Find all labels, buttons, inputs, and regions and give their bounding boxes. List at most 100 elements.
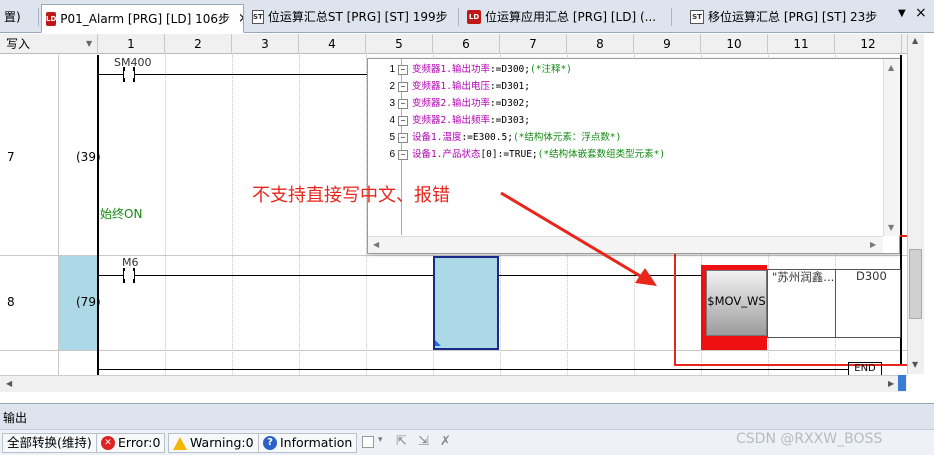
step-number: (39) <box>76 150 101 164</box>
scroll-down-icon[interactable]: ▼ <box>912 360 918 369</box>
information-filter-button[interactable]: ? Information <box>258 433 358 453</box>
left-power-rail <box>97 55 99 375</box>
fold-toggle-icon[interactable]: − <box>398 64 408 75</box>
warning-filter-button[interactable]: Warning:0 <box>168 433 259 453</box>
code-token: [0]:=TRUE; <box>480 149 538 160</box>
column-header-4: 4 <box>299 34 366 54</box>
column-header-9: 9 <box>634 34 701 54</box>
line-number: 4 <box>389 115 395 126</box>
end-rung-wire <box>99 369 849 370</box>
scroll-up-icon[interactable]: ▲ <box>888 63 894 72</box>
code-line[interactable]: 1− 变频器1.输出功率:=D300;(*注释*) <box>368 61 572 78</box>
code-token: :=D300; <box>489 64 530 75</box>
fold-toggle-icon[interactable]: − <box>398 132 408 143</box>
step-number: (79) <box>76 295 101 309</box>
rung-wire <box>99 74 367 75</box>
code-line[interactable]: 2− 变频器1.输出电压:=D301; <box>368 78 530 95</box>
tab-partial[interactable]: 置) <box>0 4 38 29</box>
code-line[interactable]: 4− 变频器2.输出频率:=D303; <box>368 112 530 129</box>
tab-label: 置) <box>4 10 21 24</box>
grid-line <box>299 55 300 375</box>
ladder-program-icon: LD <box>467 9 481 24</box>
row-number: 7 <box>7 150 15 164</box>
error-count: Error:0 <box>118 435 161 450</box>
code-token: (*结构体嵌套数组类型元素*) <box>537 149 666 160</box>
vertical-scrollbar[interactable]: ▲ ▼ <box>883 59 900 236</box>
column-header-2: 2 <box>165 34 232 54</box>
close-window-icon[interactable]: × <box>915 5 927 21</box>
scroll-thumb[interactable] <box>909 249 922 319</box>
tab-label: 位运算应用汇总 [PRG] [LD] (... <box>485 10 657 24</box>
watermark: CSDN @RXXW_BOSS <box>736 431 883 447</box>
fold-toggle-icon[interactable]: − <box>398 149 408 160</box>
chevron-down-icon[interactable]: ▾ <box>378 435 383 445</box>
close-tab-icon[interactable]: × <box>238 11 243 26</box>
tab-bit-op-app[interactable]: LD 位运算应用汇总 [PRG] [LD] (... <box>463 4 663 29</box>
convert-all-label: 全部转换(维持) <box>7 435 92 450</box>
scroll-left-icon[interactable]: ◀ <box>373 240 379 249</box>
code-token: 设备1.产品状态 <box>412 149 481 160</box>
column-header-8: 8 <box>567 34 634 54</box>
fold-toggle-icon[interactable]: − <box>398 98 408 109</box>
line-number: 5 <box>389 132 395 143</box>
cursor-cell[interactable] <box>433 256 499 350</box>
scroll-up-icon[interactable]: ▲ <box>912 36 918 45</box>
row-number: 8 <box>7 295 15 309</box>
output-panel-title: 输出 <box>3 411 28 425</box>
tab-bar: 置) LD P01_Alarm [PRG] [LD] 106步 × ST 位运算… <box>0 0 934 33</box>
code-token: 变频器2.输出频率 <box>412 115 490 126</box>
line-number: 6 <box>389 149 395 160</box>
mode-label: 写入 <box>6 37 31 51</box>
end-instruction[interactable]: END <box>848 362 882 375</box>
scroll-right-icon[interactable]: ▶ <box>888 379 894 388</box>
fold-toggle-icon[interactable]: − <box>398 115 408 126</box>
code-token: 变频器2.输出功率 <box>412 98 490 109</box>
device-comment: 始终ON <box>100 207 143 221</box>
column-header-7: 7 <box>500 34 567 54</box>
tab-p01-alarm[interactable]: LD P01_Alarm [PRG] [LD] 106步 × <box>41 4 244 33</box>
jump-next-icon[interactable]: ⇲ <box>418 434 429 449</box>
code-token: :=D301; <box>489 81 530 92</box>
grid-line <box>232 55 233 375</box>
tab-label: 位运算汇总ST [PRG] [ST] 199步 <box>267 10 448 24</box>
code-token: 设备1.温度 <box>412 132 462 143</box>
column-header-3: 3 <box>232 34 299 54</box>
line-number: 3 <box>389 98 395 109</box>
clear-results-icon[interactable]: ✗ <box>440 434 451 449</box>
code-token: (*注释*) <box>530 64 572 75</box>
ladder-program-icon: LD <box>46 11 57 26</box>
annotation-text: 不支持直接写中文、报错 <box>252 185 450 206</box>
chevron-down-icon: ▼ <box>86 39 93 48</box>
output-toolbar: 全部转换(维持) ✕ Error:0 Warning:0 ? Informati… <box>0 429 934 455</box>
tab-shift-op[interactable]: ST 移位运算汇总 [PRG] [ST] 23步 <box>686 4 886 29</box>
code-line[interactable]: 5− 设备1.温度:=E300.5;(*结构体元素：浮点数*) <box>368 129 621 146</box>
code-token: :=D302; <box>489 98 530 109</box>
output-panel-header: 输出 <box>0 403 934 429</box>
column-header-1: 1 <box>98 34 165 54</box>
tab-separator <box>671 8 672 26</box>
tab-bit-op-st[interactable]: ST 位运算汇总ST [PRG] [ST] 199步 <box>248 4 448 29</box>
contact-gap <box>124 271 134 279</box>
jump-previous-icon[interactable]: ⇱ <box>396 434 407 449</box>
code-line[interactable]: 6− 设备1.产品状态[0]:=TRUE;(*结构体嵌套数组类型元素*) <box>368 146 665 163</box>
editor-horizontal-scrollbar[interactable]: ◀ ▶ <box>0 375 907 392</box>
code-line[interactable]: 3− 变频器2.输出功率:=D302; <box>368 95 530 112</box>
column-header-10: 10 <box>701 34 768 54</box>
mode-selector[interactable]: 写入 ▼ <box>0 34 98 54</box>
contact-gap <box>124 71 134 78</box>
tab-list-dropdown-icon[interactable]: ▼ <box>898 8 906 19</box>
annotation-frame <box>674 235 907 366</box>
information-label: Information <box>280 435 353 450</box>
warning-icon <box>173 436 187 450</box>
error-filter-button[interactable]: ✕ Error:0 <box>96 433 166 453</box>
code-token: (*结构体元素：浮点数*) <box>512 132 622 143</box>
code-token: :=D303; <box>489 115 530 126</box>
clear-icon[interactable] <box>362 436 374 448</box>
editor-vertical-scrollbar[interactable]: ▲ ▼ <box>907 34 924 374</box>
convert-all-filter[interactable]: 全部转换(维持) <box>2 433 97 453</box>
scroll-down-icon[interactable]: ▼ <box>888 223 894 232</box>
fold-toggle-icon[interactable]: − <box>398 81 408 92</box>
scroll-right-icon[interactable]: ▶ <box>870 240 876 249</box>
scroll-left-icon[interactable]: ◀ <box>6 379 12 388</box>
cursor-corner-marker <box>435 340 441 346</box>
